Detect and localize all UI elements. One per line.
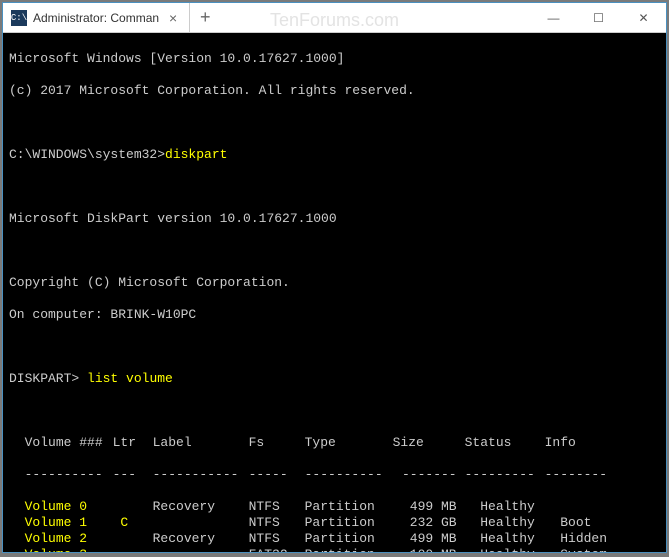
cmd-list-volume: list volume: [87, 371, 173, 386]
dash: --------: [545, 467, 609, 483]
dp-copyright: Copyright (C) Microsoft Corporation.: [9, 275, 660, 291]
th-label: Label: [153, 435, 249, 451]
maximize-button[interactable]: ☐: [576, 3, 621, 32]
th-status: Status: [465, 435, 545, 451]
minimize-button[interactable]: —: [531, 3, 576, 32]
th-size: Size: [393, 435, 465, 451]
cmd-icon: C:\: [11, 10, 27, 26]
dash: ----------: [305, 467, 393, 483]
tab-title: Administrator: Comman: [33, 11, 159, 25]
th-fs: Fs: [249, 435, 305, 451]
th-info: Info: [545, 435, 609, 451]
banner-line: Microsoft Windows [Version 10.0.17627.10…: [9, 51, 660, 67]
dash: -----: [249, 467, 305, 483]
cmd-diskpart: diskpart: [165, 147, 227, 162]
dash: -------: [393, 467, 465, 483]
banner-line: (c) 2017 Microsoft Corporation. All righ…: [9, 83, 660, 99]
new-tab-button[interactable]: +: [190, 3, 220, 32]
dp-computer: On computer: BRINK-W10PC: [9, 307, 660, 323]
diskpart-prompt: DISKPART>: [9, 371, 79, 386]
table-row: Volume 1 CNTFSPartition232 GB HealthyBoo…: [9, 515, 660, 531]
tab-active[interactable]: C:\ Administrator: Comman ×: [3, 3, 190, 32]
dash: ---------: [465, 467, 545, 483]
th-type: Type: [305, 435, 393, 451]
dash: ---: [113, 467, 153, 483]
app-window: C:\ Administrator: Comman × + — ☐ ✕ Micr…: [2, 2, 667, 553]
tab-close-button[interactable]: ×: [165, 10, 181, 26]
dp-version: Microsoft DiskPart version 10.0.17627.10…: [9, 211, 660, 227]
th-volume: Volume ###: [25, 435, 113, 451]
prompt-path: C:\WINDOWS\system32>: [9, 147, 165, 162]
dash: -----------: [153, 467, 249, 483]
th-ltr: Ltr: [113, 435, 153, 451]
titlebar: C:\ Administrator: Comman × + — ☐ ✕: [3, 3, 666, 33]
close-button[interactable]: ✕: [621, 3, 666, 32]
terminal-output[interactable]: Microsoft Windows [Version 10.0.17627.10…: [3, 33, 666, 552]
table-row: Volume 2 RecoveryNTFSPartition499 MB Hea…: [9, 531, 660, 547]
table-row: Volume 3 FAT32Partition100 MB HealthySys…: [9, 547, 660, 552]
table-row: Volume 0 RecoveryNTFSPartition499 MB Hea…: [9, 499, 660, 515]
dash: ----------: [25, 467, 113, 483]
